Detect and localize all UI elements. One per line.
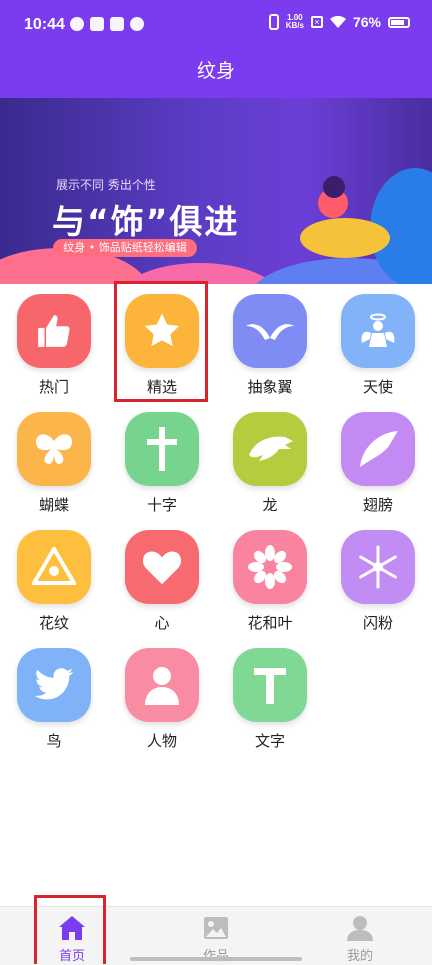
thumbs-up-icon bbox=[17, 294, 91, 368]
page-title: 纹身 bbox=[0, 50, 432, 98]
tiktok-icon bbox=[90, 17, 104, 31]
category-hot[interactable]: 热门 bbox=[0, 284, 108, 402]
category-flowers-leaves[interactable]: 花和叶 bbox=[216, 520, 324, 638]
category-label: 热门 bbox=[38, 378, 69, 396]
category-pattern[interactable]: 花纹 bbox=[0, 520, 108, 638]
angel-icon bbox=[341, 294, 415, 368]
star-icon bbox=[125, 294, 199, 368]
category-butterfly[interactable]: 蝴蝶 bbox=[0, 402, 108, 520]
wings-icon bbox=[233, 294, 307, 368]
gesture-bar[interactable] bbox=[130, 957, 302, 961]
sim-off-icon: × bbox=[310, 16, 323, 28]
tab-label: 作品 bbox=[144, 945, 288, 964]
category-label: 十字 bbox=[146, 496, 177, 514]
category-featured[interactable]: 精选 bbox=[108, 284, 216, 402]
banner-tagline: 纹身 • 饰品贴纸轻松编辑 bbox=[53, 239, 197, 257]
triangle-pattern-icon bbox=[17, 530, 91, 604]
flower-icon bbox=[233, 530, 307, 604]
category-label: 花纹 bbox=[38, 614, 69, 632]
promo-banner[interactable]: 展示不同 秀出个性 与“饰”俱进 纹身 • 饰品贴纸轻松编辑 bbox=[0, 98, 432, 284]
snowflake-icon bbox=[341, 530, 415, 604]
banner-wave bbox=[120, 263, 280, 284]
category-label: 蝴蝶 bbox=[38, 496, 69, 514]
category-glitter[interactable]: 闪粉 bbox=[324, 520, 432, 638]
vibrate-icon bbox=[268, 14, 279, 30]
tab-mine[interactable]: 我的 bbox=[288, 907, 432, 965]
category-abstract-wings[interactable]: 抽象翼 bbox=[216, 284, 324, 402]
category-label: 心 bbox=[154, 614, 170, 632]
category-people[interactable]: 人物 bbox=[108, 638, 216, 756]
battery-percent: 76% bbox=[352, 14, 381, 30]
category-angel[interactable]: 天使 bbox=[324, 284, 432, 402]
status-time: 10:44 bbox=[24, 16, 65, 33]
highlight-box bbox=[34, 895, 106, 964]
wifi-icon bbox=[329, 16, 346, 28]
category-label: 抽象翼 bbox=[247, 378, 293, 396]
category-label: 人物 bbox=[146, 732, 177, 750]
cross-icon bbox=[125, 412, 199, 486]
banner-subtitle: 展示不同 秀出个性 bbox=[56, 178, 156, 192]
girl-hair bbox=[323, 176, 345, 198]
battery-icon bbox=[388, 16, 410, 28]
wing-icon bbox=[341, 412, 415, 486]
user-icon bbox=[347, 916, 373, 941]
text-icon bbox=[233, 648, 307, 722]
category-label: 闪粉 bbox=[362, 614, 393, 632]
category-label: 鸟 bbox=[46, 732, 62, 750]
category-label: 花和叶 bbox=[247, 614, 293, 632]
category-label: 翅膀 bbox=[362, 496, 393, 514]
speed-unit: KB/s bbox=[285, 21, 304, 30]
category-wings[interactable]: 翅膀 bbox=[324, 402, 432, 520]
app-notification-icon bbox=[130, 17, 144, 31]
category-cross[interactable]: 十字 bbox=[108, 402, 216, 520]
float-ring bbox=[300, 218, 390, 258]
category-label: 龙 bbox=[262, 496, 278, 514]
dragon-icon bbox=[233, 412, 307, 486]
info-icon bbox=[70, 17, 84, 31]
calendar-icon bbox=[110, 17, 124, 31]
notification-icons bbox=[70, 17, 144, 31]
category-label: 精选 bbox=[146, 378, 177, 396]
category-dragon[interactable]: 龙 bbox=[216, 402, 324, 520]
tab-label: 我的 bbox=[346, 949, 373, 964]
category-heart[interactable]: 心 bbox=[108, 520, 216, 638]
status-right: 1.00 KB/s × 76% bbox=[268, 14, 410, 30]
image-icon bbox=[204, 917, 228, 939]
network-speed: 1.00 KB/s bbox=[286, 14, 304, 30]
category-label: 天使 bbox=[362, 378, 393, 396]
person-icon bbox=[125, 648, 199, 722]
bird-icon bbox=[17, 648, 91, 722]
category-bird[interactable]: 鸟 bbox=[0, 638, 108, 756]
banner-title: 与“饰”俱进 bbox=[52, 202, 240, 241]
category-label: 文字 bbox=[254, 732, 285, 750]
category-text[interactable]: 文字 bbox=[216, 638, 324, 756]
butterfly-icon bbox=[17, 412, 91, 486]
heart-icon bbox=[125, 530, 199, 604]
status-bar: 10:44 1.00 KB/s × 76% bbox=[0, 0, 432, 50]
